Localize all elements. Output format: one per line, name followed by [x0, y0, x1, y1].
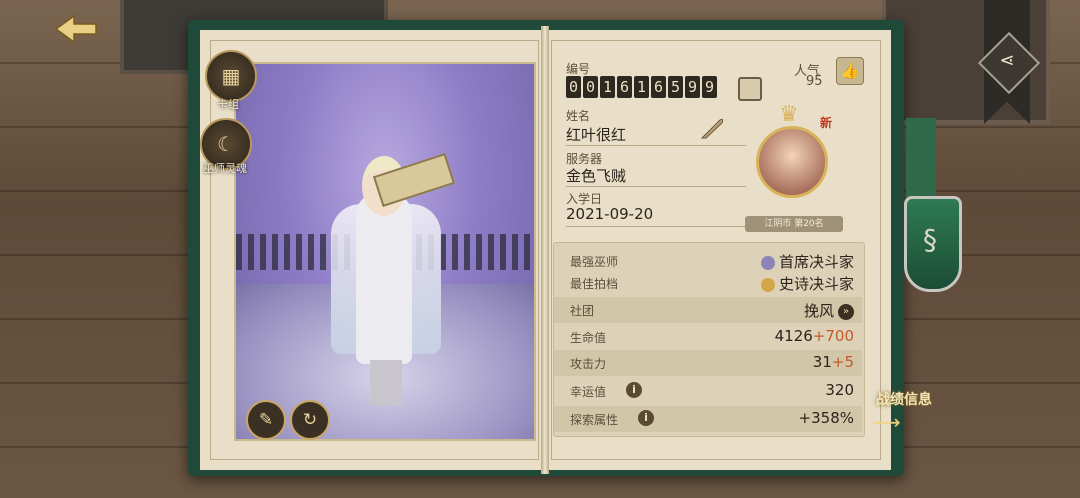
stat-row-hp: 生命值 4126+700: [570, 327, 854, 345]
stat-row-best-partner: 最佳拍档 史诗决斗家: [570, 275, 854, 293]
id-number: 0 0 1 6 1 6 5 9 9: [566, 76, 717, 98]
character-body: [356, 194, 412, 364]
house-ribbon: [906, 118, 936, 208]
character-portrait: [234, 62, 536, 441]
edit-portrait-icon[interactable]: ✎: [246, 400, 286, 440]
card-group-icon[interactable]: ▦: [205, 50, 257, 102]
quill-icon[interactable]: [698, 114, 726, 142]
stat-row-attack: 攻击力 31+5: [554, 350, 862, 376]
slytherin-crest-icon: §: [923, 223, 937, 256]
thumbs-up-icon[interactable]: 👍: [836, 57, 864, 85]
book-spine: [541, 26, 549, 474]
enroll-date: 2021-09-20: [566, 205, 654, 223]
wizard-icon: [760, 255, 775, 270]
enroll-underline: [566, 226, 746, 227]
rank-ribbon: 江阴市 第20名: [745, 216, 843, 232]
chevron-right-icon[interactable]: »: [838, 303, 854, 320]
card-group-label[interactable]: 卡组: [217, 96, 239, 112]
character-legs: [370, 360, 402, 405]
battle-info-arrow-icon[interactable]: ⟶: [872, 410, 952, 434]
stat-row-club[interactable]: 社团 挽风»: [554, 297, 862, 323]
info-icon[interactable]: i: [638, 410, 654, 426]
crown-icon: ♛: [779, 102, 799, 127]
name-underline: [566, 145, 746, 146]
copy-icon[interactable]: [738, 77, 762, 101]
back-arrow-icon[interactable]: [52, 12, 100, 46]
new-badge: 新: [820, 116, 833, 130]
id-label: 编号: [566, 62, 591, 76]
popularity-value: 95: [806, 74, 823, 89]
stat-row-luck: 幸运值 i 320: [570, 381, 854, 399]
refresh-icon[interactable]: ↻: [290, 400, 330, 440]
info-icon[interactable]: i: [626, 382, 642, 398]
server-name: 金色飞贼: [566, 167, 627, 185]
stat-row-explore: 探索属性 i +358%: [554, 406, 862, 432]
share-icon[interactable]: ⋖: [992, 46, 1022, 76]
avatar[interactable]: [756, 126, 828, 198]
duelist-icon: [760, 277, 775, 292]
server-underline: [566, 186, 746, 187]
player-name: 红叶很红: [566, 126, 627, 144]
wizard-soul-label[interactable]: 巫师灵魂: [203, 160, 247, 176]
battle-info-button[interactable]: 战绩信息: [876, 389, 932, 409]
name-label: 姓名: [566, 109, 591, 123]
